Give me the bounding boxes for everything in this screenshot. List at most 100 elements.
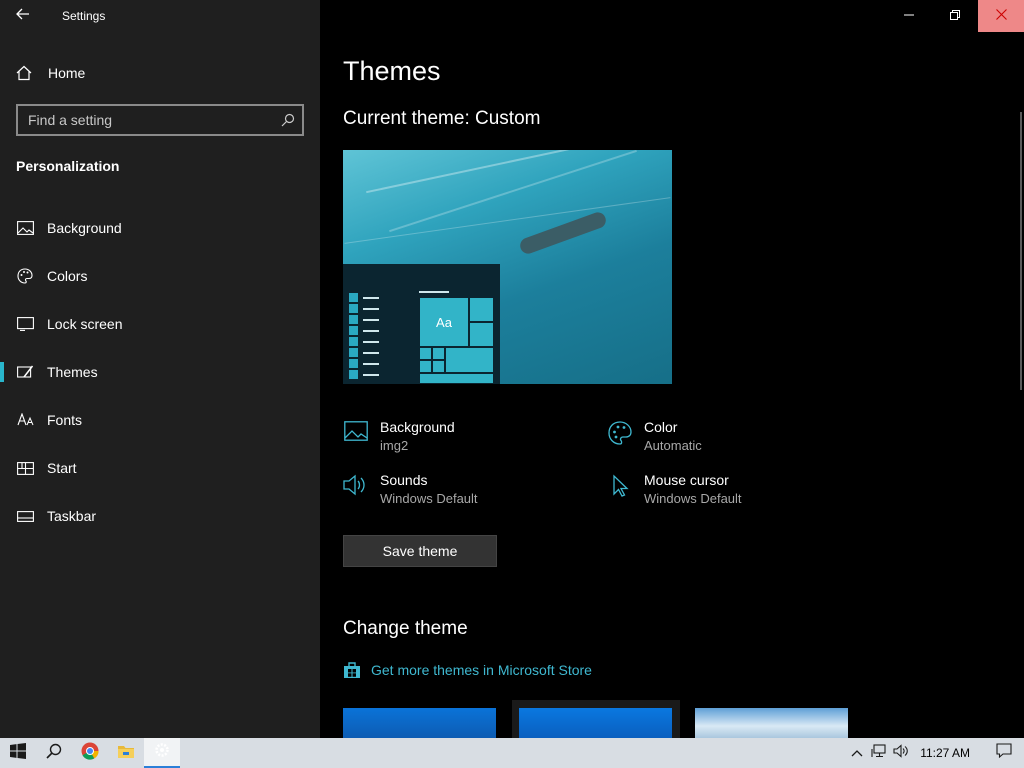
sidebar-item-start[interactable]: Start: [0, 444, 320, 492]
save-theme-button[interactable]: Save theme: [343, 535, 497, 567]
sidebar-item-background[interactable]: Background: [0, 204, 320, 252]
setting-value: Windows Default: [644, 491, 742, 506]
close-icon: [995, 7, 1007, 25]
palette-icon: [607, 418, 633, 445]
window-controls: [886, 0, 1024, 32]
preview-start-list: [349, 292, 379, 380]
sidebar-nav: Background Colors Lock screen Themes Fon…: [0, 204, 320, 540]
volume-button[interactable]: [890, 738, 912, 768]
setting-value: Windows Default: [380, 491, 478, 506]
taskbar-search-button[interactable]: [36, 738, 72, 768]
tray-overflow-button[interactable]: [846, 738, 868, 768]
lock-screen-icon: [16, 317, 34, 331]
preview-wave: [344, 197, 671, 244]
fonts-icon: [16, 413, 34, 427]
taskbar-settings[interactable]: [144, 738, 180, 768]
setting-value: img2: [380, 438, 409, 453]
preview-tile: [469, 297, 494, 322]
taskbar-icon: [16, 510, 34, 522]
taskbar: 11:27 AM: [0, 738, 1024, 768]
section-title: Personalization: [16, 158, 120, 174]
chevron-up-icon: [851, 744, 863, 762]
sidebar: Settings Home Personalization Background…: [0, 0, 320, 738]
store-bag-icon: [343, 661, 361, 679]
restore-button[interactable]: [932, 0, 978, 32]
network-icon: [871, 743, 887, 763]
sidebar-item-fonts[interactable]: Fonts: [0, 396, 320, 444]
sidebar-item-home[interactable]: Home: [0, 56, 320, 90]
theme-thumbnail[interactable]: [343, 708, 496, 738]
theme-thumbnail[interactable]: [695, 708, 848, 738]
search-icon: [46, 743, 62, 764]
picture-icon: [343, 418, 369, 444]
start-icon: [16, 461, 34, 475]
action-center-button[interactable]: [984, 738, 1024, 768]
taskbar-file-explorer[interactable]: [108, 738, 144, 768]
preview-tile: [469, 322, 494, 347]
store-link-text: Get more themes in Microsoft Store: [371, 662, 592, 678]
minimize-icon: [904, 7, 914, 25]
search-box[interactable]: [16, 104, 304, 136]
preview-tile: [419, 347, 432, 360]
restore-icon: [950, 7, 960, 25]
setting-label: Sounds: [380, 472, 428, 488]
sidebar-item-taskbar[interactable]: Taskbar: [0, 492, 320, 540]
scrollbar[interactable]: [1020, 112, 1022, 390]
app-title: Settings: [62, 9, 106, 23]
search-input[interactable]: [18, 112, 274, 128]
preview-tile: [419, 360, 432, 373]
preview-tile: [432, 360, 445, 373]
speaker-icon: [343, 471, 369, 497]
preview-tile-header: [419, 291, 449, 293]
network-button[interactable]: [868, 738, 890, 768]
theme-setting-color[interactable]: Color Automatic: [607, 418, 702, 456]
search-icon[interactable]: [274, 113, 302, 127]
taskbar-chrome[interactable]: [72, 738, 108, 768]
sidebar-item-lock-screen[interactable]: Lock screen: [0, 300, 320, 348]
sidebar-item-colors[interactable]: Colors: [0, 252, 320, 300]
home-label: Home: [48, 65, 86, 81]
theme-setting-sounds[interactable]: Sounds Windows Default: [343, 471, 478, 509]
speaker-icon: [893, 743, 909, 763]
sidebar-item-themes[interactable]: Themes: [0, 348, 320, 396]
themes-icon: [16, 365, 34, 380]
start-button[interactable]: [0, 738, 36, 768]
theme-setting-mouse-cursor[interactable]: Mouse cursor Windows Default: [607, 471, 742, 509]
sidebar-item-label: Themes: [47, 364, 98, 380]
setting-label: Color: [644, 419, 678, 435]
preview-tile-aa: Aa: [419, 297, 469, 347]
file-explorer-icon: [117, 743, 135, 764]
sidebar-item-label: Lock screen: [47, 316, 123, 332]
sidebar-item-label: Background: [47, 220, 122, 236]
title-bar: Settings: [0, 0, 320, 32]
minimize-button[interactable]: [886, 0, 932, 32]
chrome-icon: [81, 742, 99, 765]
windows-start-icon: [10, 742, 26, 764]
change-theme-heading: Change theme: [343, 618, 468, 639]
preview-tile: [432, 347, 445, 360]
sidebar-item-label: Colors: [47, 268, 88, 284]
home-icon: [16, 65, 34, 81]
setting-label: Mouse cursor: [644, 472, 729, 488]
preview-tile: [445, 347, 494, 373]
clock[interactable]: 11:27 AM: [920, 746, 970, 760]
theme-preview: Aa: [343, 150, 672, 384]
palette-icon: [16, 268, 34, 284]
sidebar-item-label: Fonts: [47, 412, 83, 428]
theme-thumbnail[interactable]: [519, 708, 672, 738]
page-title: Themes: [343, 56, 441, 86]
setting-label: Background: [380, 419, 455, 435]
theme-setting-background[interactable]: Background img2: [343, 418, 455, 456]
picture-icon: [16, 221, 34, 235]
settings-icon: [154, 742, 170, 763]
theme-thumbnails: [320, 700, 1024, 738]
notification-icon: [996, 743, 1012, 763]
cursor-icon: [607, 471, 633, 497]
back-button[interactable]: [0, 0, 46, 32]
sidebar-item-label: Taskbar: [47, 508, 97, 524]
close-button[interactable]: [978, 0, 1024, 32]
system-tray: 11:27 AM: [846, 738, 1024, 768]
preview-tile: [419, 373, 494, 384]
back-arrow-icon: [16, 7, 30, 25]
store-link[interactable]: Get more themes in Microsoft Store: [343, 661, 592, 679]
